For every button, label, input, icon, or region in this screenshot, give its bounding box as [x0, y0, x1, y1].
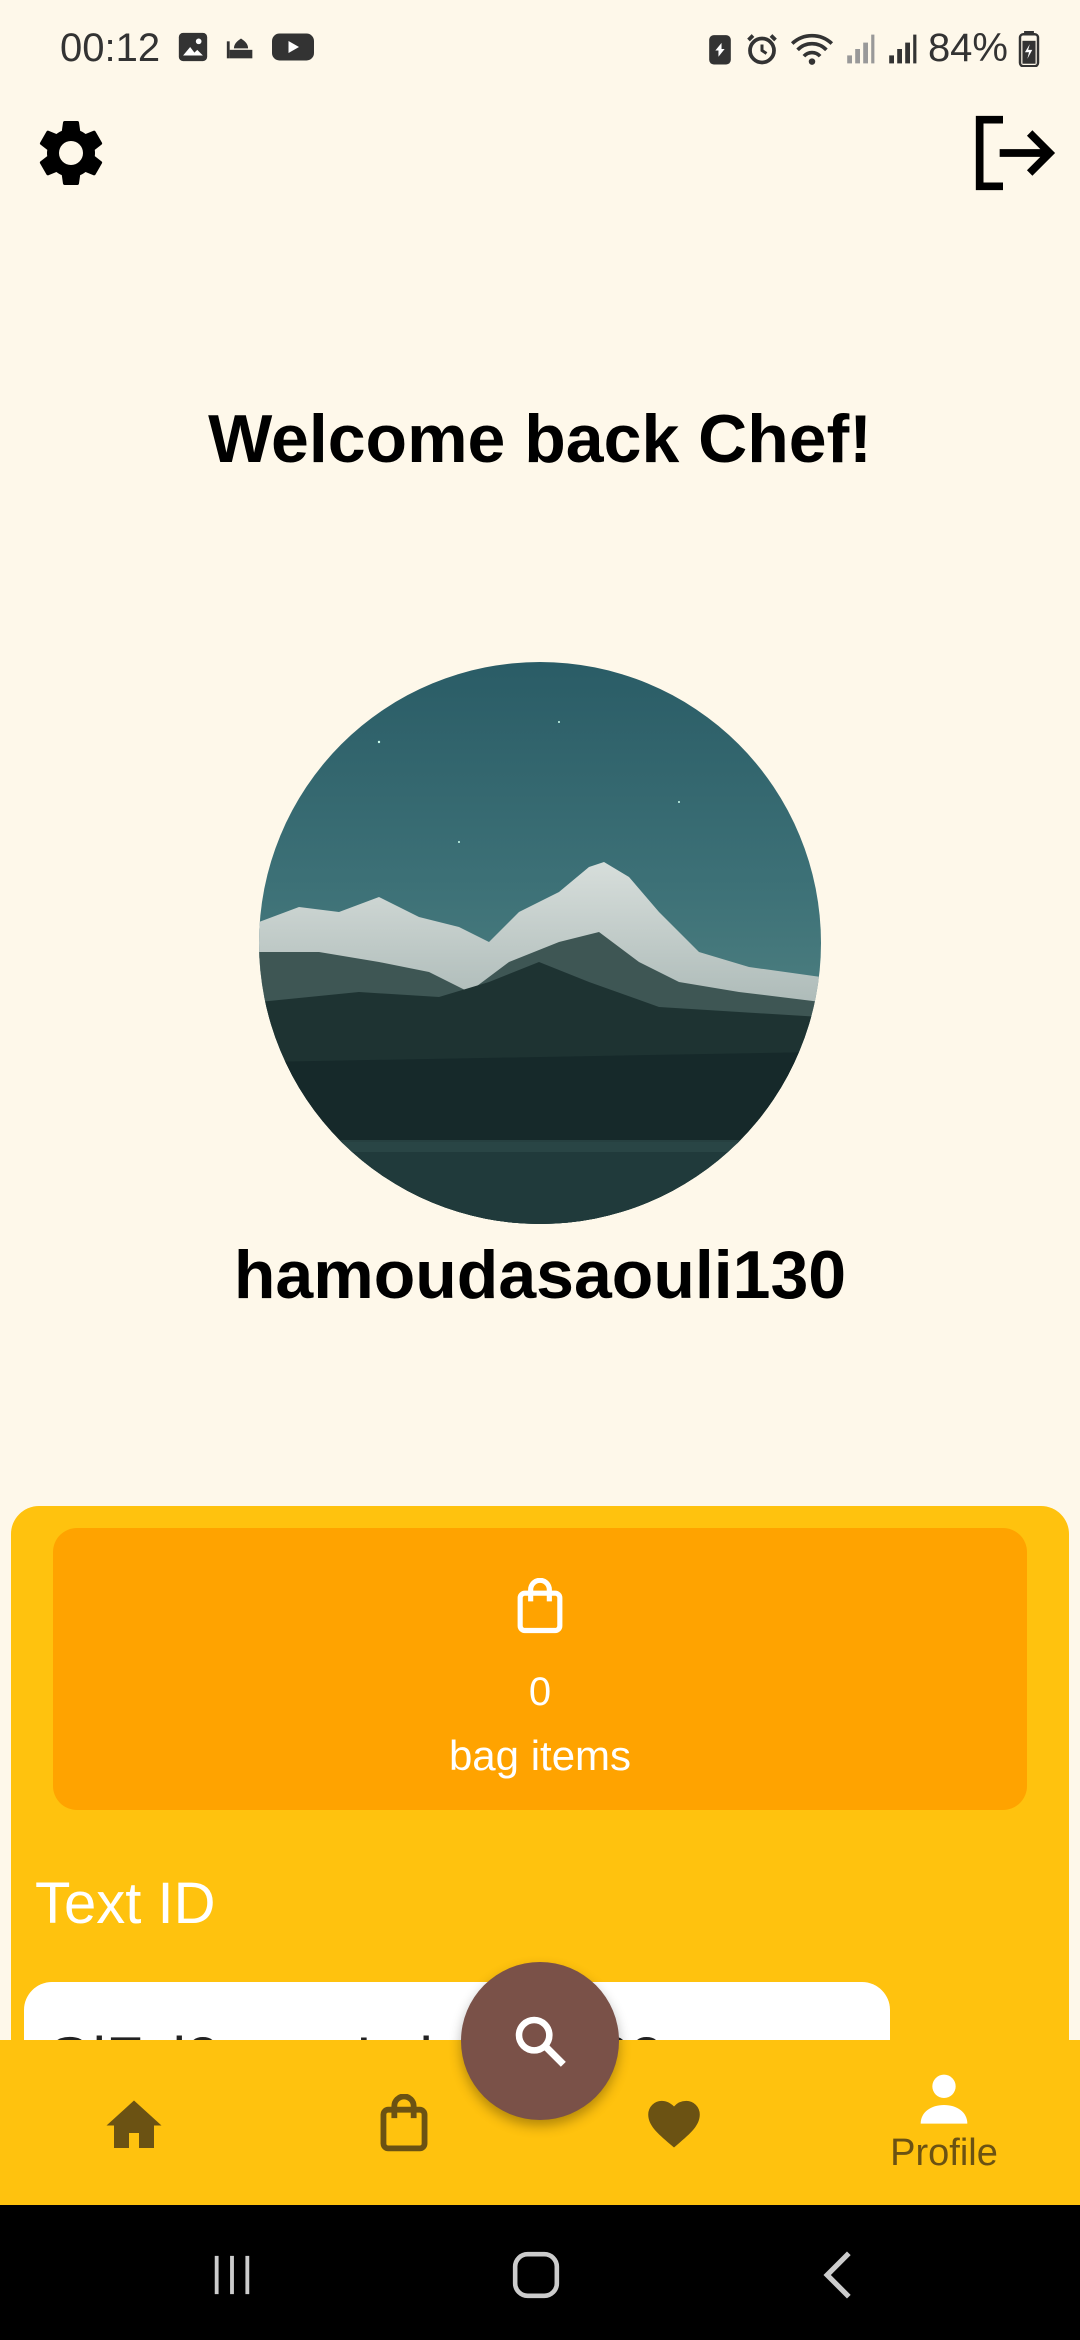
- gallery-icon: [178, 32, 208, 62]
- avatar[interactable]: [259, 662, 821, 1224]
- back-button[interactable]: [778, 2235, 898, 2315]
- heart-icon: [648, 2100, 700, 2148]
- home-square-icon: [512, 2251, 560, 2299]
- battery-percent: 84%: [927, 26, 1008, 70]
- nav-home[interactable]: [34, 2040, 234, 2205]
- search-button[interactable]: [461, 1962, 619, 2120]
- signal-icon: [889, 34, 917, 63]
- wifi-icon: [790, 33, 833, 65]
- mosque-icon: [226, 38, 253, 59]
- sync-icon: [709, 34, 731, 64]
- recent-apps-icon: [214, 2255, 250, 2295]
- mountain-photo: [259, 662, 821, 1224]
- battery-icon: [1018, 30, 1040, 67]
- back-chevron-icon: [823, 2251, 851, 2299]
- settings-button[interactable]: [26, 108, 116, 198]
- text-id-label: Text ID: [35, 1871, 216, 1936]
- person-icon: [920, 2074, 968, 2124]
- search-icon: [515, 2016, 566, 2067]
- status-time: 00:12: [60, 26, 161, 70]
- youtube-icon: [272, 33, 314, 61]
- bag-items-box[interactable]: 0 bag items: [53, 1528, 1027, 1810]
- signal-icon: [847, 34, 875, 63]
- status-bar: 00:12 84%: [0, 0, 1080, 100]
- status-right-icons: 84%: [706, 26, 1040, 71]
- shopping-bag-icon: [517, 1578, 563, 1634]
- status-left-icons: [176, 30, 314, 64]
- recent-apps-button[interactable]: [172, 2235, 292, 2315]
- home-icon: [106, 2100, 162, 2148]
- alarm-icon: [747, 33, 777, 64]
- logout-icon: [975, 115, 1056, 191]
- nav-profile[interactable]: Profile: [844, 2040, 1044, 2205]
- nav-profile-label: Profile: [890, 2132, 998, 2174]
- username: hamoudasaouli130: [233, 1237, 847, 1313]
- home-system-button[interactable]: [476, 2235, 596, 2315]
- system-navigation-bar: [0, 2205, 1080, 2340]
- welcome-heading: Welcome back Chef!: [208, 401, 872, 477]
- gear-icon: [39, 120, 103, 185]
- bag-count: 0: [528, 1670, 552, 1714]
- logout-button[interactable]: [968, 108, 1058, 198]
- bag-label: bag items: [448, 1732, 632, 1779]
- shopping-bag-icon: [380, 2093, 428, 2151]
